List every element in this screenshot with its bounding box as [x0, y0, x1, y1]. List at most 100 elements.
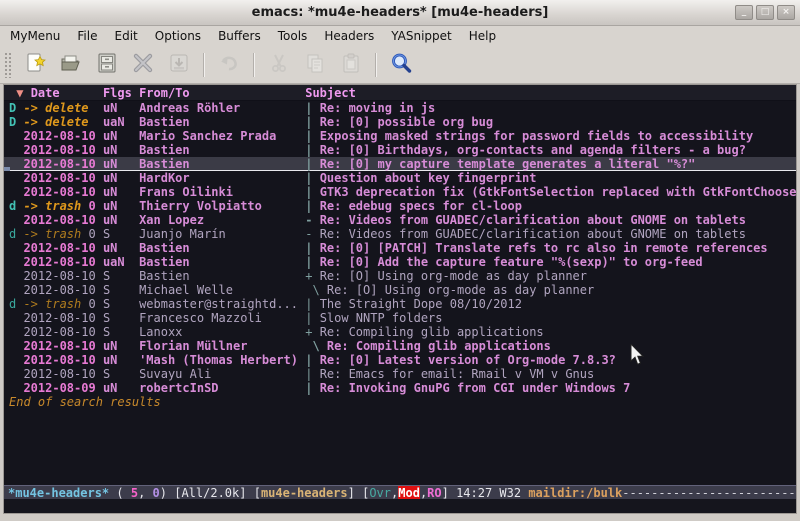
from-cell: Bastien: [139, 269, 305, 283]
menu-buffers[interactable]: Buffers: [218, 29, 261, 43]
subject-cell: Re: edebug specs for cl-loop: [320, 199, 522, 213]
message-row[interactable]: 2012-08-10 uN Mario Sanchez Prada | Expo…: [4, 129, 796, 143]
flags-cell: S: [103, 269, 139, 283]
from-cell: robertcInSD: [139, 381, 305, 395]
modeline-segment-dashes: ----------------------------------------…: [622, 486, 796, 499]
new-file-button[interactable]: [17, 49, 53, 81]
from-cell: Bastien: [139, 241, 305, 255]
subject-cell: Re: [0] Add the capture feature "%(sexp)…: [320, 255, 703, 269]
thread-connector: \: [305, 283, 327, 297]
maximize-button[interactable]: □: [756, 5, 774, 20]
date-cell: 2012-08-10: [23, 325, 102, 339]
thread-connector: |: [305, 101, 319, 115]
open-folder-button[interactable]: [53, 49, 89, 81]
modeline-segment-buffer: *mu4e-headers*: [8, 486, 109, 499]
modeline-segment-plain: ]: [348, 486, 362, 499]
menu-yasnippet[interactable]: YASnippet: [391, 29, 452, 43]
message-row[interactable]: D -> delete uN Andreas Röhler | Re: movi…: [4, 101, 796, 115]
mark-char: D: [9, 115, 23, 129]
save-archive-button[interactable]: [89, 49, 125, 81]
mark-char: [9, 129, 23, 143]
close-button[interactable]: [125, 49, 161, 81]
search-button[interactable]: [383, 49, 419, 81]
from-cell: HardKor: [139, 171, 305, 185]
mark-target-label: -> delete: [23, 115, 88, 129]
message-row[interactable]: 2012-08-10 uN Florian Müllner \ Re: Comp…: [4, 339, 796, 353]
end-of-results-label: End of search results: [4, 395, 796, 409]
flags-cell: S: [103, 367, 139, 381]
column-header-flags[interactable]: Flgs: [103, 86, 139, 100]
date-cell: 2012-08-10: [23, 367, 102, 381]
from-cell: Juanjo Marín: [139, 227, 305, 241]
message-row[interactable]: 2012-08-10 S Suvayu Ali | Re: Emacs for …: [4, 367, 796, 381]
message-row[interactable]: 2012-08-10 uaN Bastien | Re: [0] Add the…: [4, 255, 796, 269]
flags-cell: S: [103, 297, 139, 311]
mark-char: d: [9, 199, 23, 213]
sort-direction-icon[interactable]: ▼: [9, 86, 31, 100]
mark-char: [9, 241, 23, 255]
message-row[interactable]: 2012-08-10 uN HardKor | Question about k…: [4, 171, 796, 185]
message-list: D -> delete uN Andreas Röhler | Re: movi…: [4, 101, 796, 395]
thread-connector: |: [305, 115, 319, 129]
message-row[interactable]: 2012-08-10 S Lanoxx + Re: Compiling glib…: [4, 325, 796, 339]
close-button[interactable]: ×: [777, 5, 795, 20]
window-controls: _□×: [735, 5, 795, 20]
column-header-from[interactable]: From/To: [139, 86, 305, 100]
minimize-button[interactable]: _: [735, 5, 753, 20]
subject-cell: Re: Emacs for email: Rmail v VM v Gnus: [320, 367, 595, 381]
toolbar-grip-handle[interactable]: [4, 52, 13, 78]
message-row[interactable]: 2012-08-09 uN robertcInSD | Re: Invoking…: [4, 381, 796, 395]
close-icon: [131, 51, 155, 79]
message-row[interactable]: D -> delete uaN Bastien | Re: [0] possib…: [4, 115, 796, 129]
copy-icon: [303, 51, 327, 79]
flags-cell: S: [103, 283, 139, 297]
date-cell: 2012-08-10: [23, 157, 102, 171]
menu-options[interactable]: Options: [155, 29, 201, 43]
message-row[interactable]: d -> trash 0 S webmaster@straightd... | …: [4, 297, 796, 311]
from-cell: Mario Sanchez Prada: [139, 129, 305, 143]
headers-column-header[interactable]: ▼ Date Flgs From/To Subject: [4, 85, 796, 101]
menu-bar: MyMenu File Edit Options Buffers Tools Headers…: [0, 26, 800, 46]
message-row[interactable]: 2012-08-10 uN Bastien | Re: [0] [PATCH] …: [4, 241, 796, 255]
mark-char: [9, 353, 23, 367]
undo-icon: [217, 51, 241, 79]
message-row[interactable]: 2012-08-10 uN Bastien | Re: [0] Birthday…: [4, 143, 796, 157]
subject-cell: Re: Videos from GUADEC/clarification abo…: [320, 213, 746, 227]
modeline-segment-plain: ,: [138, 486, 152, 499]
message-row[interactable]: 2012-08-10 uN Frans Oilinki | GTK3 depre…: [4, 185, 796, 199]
message-row[interactable]: 2012-08-10 uN Xan Lopez - Re: Videos fro…: [4, 213, 796, 227]
message-row[interactable]: 2012-08-10 uN 'Mash (Thomas Herbert) | R…: [4, 353, 796, 367]
message-row[interactable]: d -> trash 0 S Juanjo Marín - Re: Videos…: [4, 227, 796, 241]
mark-char: [9, 255, 23, 269]
message-row-current[interactable]: 2012-08-10 uN Bastien | Re: [0] my captu…: [4, 157, 796, 171]
thread-connector: |: [305, 255, 319, 269]
menu-headers[interactable]: Headers: [324, 29, 374, 43]
mode-line[interactable]: *mu4e-headers* ( 5, 0) [All/2.0k] [mu4e-…: [4, 485, 796, 499]
thread-connector: -: [305, 227, 319, 241]
thread-connector: -: [305, 213, 319, 227]
date-cell: 2012-08-10: [23, 353, 102, 367]
thread-connector: |: [305, 353, 319, 367]
from-cell: Bastien: [139, 255, 305, 269]
menu-tools[interactable]: Tools: [278, 29, 308, 43]
from-cell: Lanoxx: [139, 325, 305, 339]
menu-help[interactable]: Help: [469, 29, 496, 43]
date-cell: [88, 101, 102, 115]
date-cell: 2012-08-09: [23, 381, 102, 395]
copy-button: [297, 49, 333, 81]
echo-area[interactable]: [4, 499, 796, 513]
paste-icon: [339, 51, 363, 79]
message-row[interactable]: d -> trash 0 uN Thierry Volpiatto | Re: …: [4, 199, 796, 213]
message-row[interactable]: 2012-08-10 S Bastien + Re: [O] Using org…: [4, 269, 796, 283]
menu-mymenu[interactable]: MyMenu: [10, 29, 60, 43]
flags-cell: uaN: [103, 255, 139, 269]
from-cell: Bastien: [139, 157, 305, 171]
message-row[interactable]: 2012-08-10 S Michael Welle \ Re: [O] Usi…: [4, 283, 796, 297]
column-header-date[interactable]: Date: [31, 86, 103, 100]
subject-cell: GTK3 deprecation fix (GtkFontSelection r…: [320, 185, 797, 199]
modeline-segment-plain: [: [254, 486, 261, 499]
message-row[interactable]: 2012-08-10 S Francesco Mazzoli | Slow NN…: [4, 311, 796, 325]
menu-edit[interactable]: Edit: [115, 29, 138, 43]
menu-file[interactable]: File: [77, 29, 97, 43]
column-header-subject[interactable]: Subject: [305, 86, 356, 100]
